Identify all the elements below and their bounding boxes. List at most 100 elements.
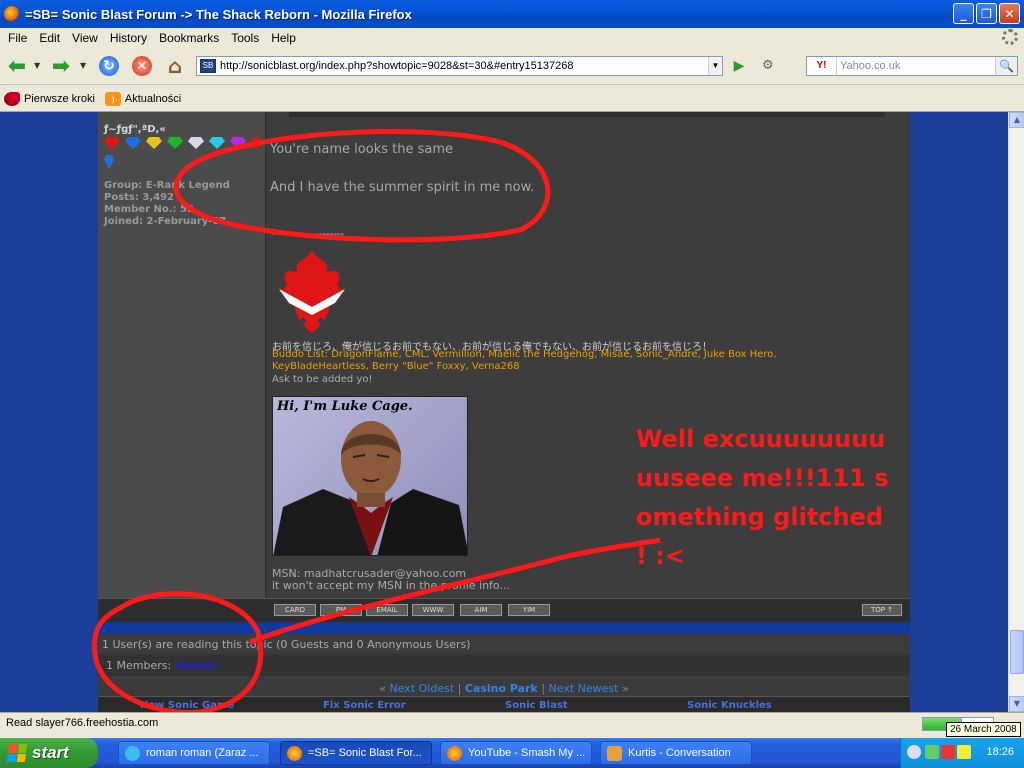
- chat-icon: [607, 745, 622, 761]
- blue-gem-icon: [125, 137, 141, 149]
- vertical-scrollbar[interactable]: ▲ ▼: [1008, 112, 1024, 712]
- previous-post-edge: [289, 112, 885, 117]
- bookmark-aktualnosci[interactable]: ) Aktualności: [104, 91, 182, 106]
- taskbar-item-label: roman roman (Zaraz ...: [146, 747, 259, 759]
- url-bar[interactable]: SB http://sonicblast.org/index.php?showt…: [196, 56, 723, 76]
- yim-button[interactable]: YIM: [508, 604, 550, 616]
- user-member-no: Member No.: 52: [104, 204, 194, 215]
- footer-links: New Sonic Game Fix Sonic Error Sonic Bla…: [98, 696, 910, 712]
- aim-button[interactable]: AIM: [460, 604, 502, 616]
- network-icon[interactable]: [925, 745, 939, 759]
- user-group: Group: E-Rank Legend: [104, 180, 230, 191]
- menu-edit[interactable]: Edit: [33, 31, 66, 45]
- yahoo-engine-icon[interactable]: Y!: [807, 57, 837, 75]
- hedgehog-icon: [4, 91, 20, 106]
- stop-icon: ✕: [132, 56, 152, 76]
- topic-readers: 1 User(s) are reading this topic (0 Gues…: [98, 634, 910, 654]
- search-input[interactable]: Yahoo.co.uk: [837, 60, 995, 72]
- casino-park-link[interactable]: Casino Park: [465, 682, 538, 695]
- back-history-dropdown-icon[interactable]: ▼: [34, 61, 40, 70]
- blue-gem-icon: [104, 155, 114, 169]
- signature-msn-note: it won't accept my MSN in the profile in…: [272, 579, 510, 592]
- menu-tools[interactable]: Tools: [225, 31, 265, 45]
- scroll-up-icon[interactable]: ▲: [1009, 112, 1024, 128]
- window-titlebar: =SB= Sonic Blast Forum -> The Shack Rebo…: [0, 0, 1024, 28]
- pm-button[interactable]: PM: [320, 604, 362, 616]
- back-arrow-icon[interactable]: ⬅: [4, 54, 30, 79]
- firefox-icon: [447, 745, 462, 761]
- stop-button[interactable]: ✕: [129, 54, 155, 78]
- gurren-skull-logo-icon: [279, 251, 345, 333]
- volume-icon[interactable]: [957, 745, 971, 759]
- home-icon[interactable]: ⌂: [162, 54, 188, 78]
- search-icon[interactable]: 🔍: [995, 57, 1017, 75]
- back-arrow-icon[interactable]: [907, 745, 921, 759]
- go-arrow-icon[interactable]: ▶: [728, 56, 750, 76]
- menu-bookmarks[interactable]: Bookmarks: [153, 31, 225, 45]
- taskbar-item-youtube[interactable]: YouTube - Smash My ...: [440, 741, 592, 765]
- menu-file[interactable]: File: [2, 31, 33, 45]
- status-bar: Read slayer766.freehostia.com: [0, 712, 1024, 734]
- top-button[interactable]: TOP ↑: [862, 604, 902, 616]
- yellow-gem-icon: [146, 137, 162, 149]
- section-divider: [98, 622, 910, 634]
- topic-members: 1 Members: Venom: [98, 654, 910, 676]
- topic-navigation: « Next Oldest | Casino Park | Next Newes…: [98, 676, 910, 696]
- security-icon[interactable]: [941, 745, 955, 759]
- next-newest-link[interactable]: Next Newest: [549, 682, 619, 695]
- start-button[interactable]: start: [0, 738, 98, 768]
- www-button[interactable]: WWW: [412, 604, 454, 616]
- taskbar-item-firefox[interactable]: =SB= Sonic Blast For...: [280, 741, 432, 765]
- bookmark-label: Aktualności: [124, 92, 182, 105]
- signature-buddo-list: Buddo List: DragonFlame, CML, Vermillion…: [272, 349, 777, 372]
- taskbar-item-label: Kurtis - Conversation: [628, 747, 731, 759]
- status-text: Read slayer766.freehostia.com: [6, 717, 159, 729]
- messenger-icon: [125, 745, 140, 761]
- system-tray: 18:26: [900, 738, 1024, 768]
- close-button[interactable]: ✕: [999, 3, 1020, 24]
- footer-link-new-sonic-game[interactable]: New Sonic Game: [140, 700, 234, 711]
- search-box[interactable]: Y! Yahoo.co.uk 🔍: [806, 56, 1018, 76]
- forum-container: ƒ~ƒgƒ",ªD,« Group: E-Rank Legend Posts: …: [98, 112, 910, 712]
- luke-cage-portrait-icon: [273, 421, 467, 555]
- user-posts: Posts: 3,492: [104, 192, 174, 203]
- email-button[interactable]: EMAIL: [366, 604, 408, 616]
- menu-help[interactable]: Help: [265, 31, 302, 45]
- forward-arrow-icon[interactable]: ➡: [48, 54, 74, 79]
- bookmark-pierwsze-kroki[interactable]: Pierwsze kroki: [4, 91, 95, 106]
- card-button[interactable]: CARD: [274, 604, 316, 616]
- minimize-button[interactable]: _: [953, 3, 974, 24]
- post-message-line: And I have the summer spirit in me now.: [270, 180, 535, 195]
- taskbar-item-gadu[interactable]: roman roman (Zaraz ...: [118, 741, 270, 765]
- taskbar-item-label: =SB= Sonic Blast For...: [308, 747, 422, 759]
- window-controls: _ ❐ ✕: [953, 3, 1020, 24]
- navigation-toolbar: ⬅ ▼ ➡ ▼ ↻ ✕ ⌂ SB http://sonicblast.org/i…: [0, 47, 1024, 85]
- bookmarks-toolbar: Pierwsze kroki ) Aktualności: [0, 86, 1024, 112]
- footer-link-sonic-blast[interactable]: Sonic Blast: [505, 700, 568, 711]
- scroll-down-icon[interactable]: ▼: [1009, 696, 1024, 712]
- window-title: =SB= Sonic Blast Forum -> The Shack Rebo…: [25, 6, 412, 22]
- rss-icon: ): [104, 91, 121, 106]
- nav-left-mark: «: [379, 682, 386, 695]
- next-oldest-link[interactable]: Next Oldest: [390, 682, 455, 695]
- footer-link-sonic-knuckles[interactable]: Sonic Knuckles: [687, 700, 772, 711]
- site-favicon-icon: SB: [200, 59, 216, 73]
- maximize-button[interactable]: ❐: [976, 3, 997, 24]
- url-dropdown-icon[interactable]: ▼: [708, 57, 722, 75]
- user-joined: Joined: 2-February-07: [104, 216, 227, 227]
- menu-bar: File Edit View History Bookmarks Tools H…: [0, 28, 1024, 47]
- reload-button[interactable]: ↻: [96, 54, 122, 78]
- extension-icon[interactable]: ⚙: [762, 58, 778, 74]
- scroll-thumb[interactable]: [1010, 630, 1024, 674]
- footer-link-fix-sonic-error[interactable]: Fix Sonic Error: [323, 700, 406, 711]
- windows-taskbar: start roman roman (Zaraz ... =SB= Sonic …: [0, 738, 1024, 768]
- firefox-icon: [287, 745, 302, 761]
- menu-history[interactable]: History: [104, 31, 153, 45]
- nav-separator: |: [541, 682, 546, 695]
- post-action-buttons: CARD PM EMAIL WWW AIM YIM TOP ↑: [98, 598, 910, 622]
- menu-view[interactable]: View: [66, 31, 104, 45]
- taskbar-item-conversation[interactable]: Kurtis - Conversation: [600, 741, 752, 765]
- member-link-venom[interactable]: Venom: [175, 659, 217, 672]
- forward-history-dropdown-icon[interactable]: ▼: [80, 61, 86, 70]
- nav-right-mark: »: [621, 682, 629, 695]
